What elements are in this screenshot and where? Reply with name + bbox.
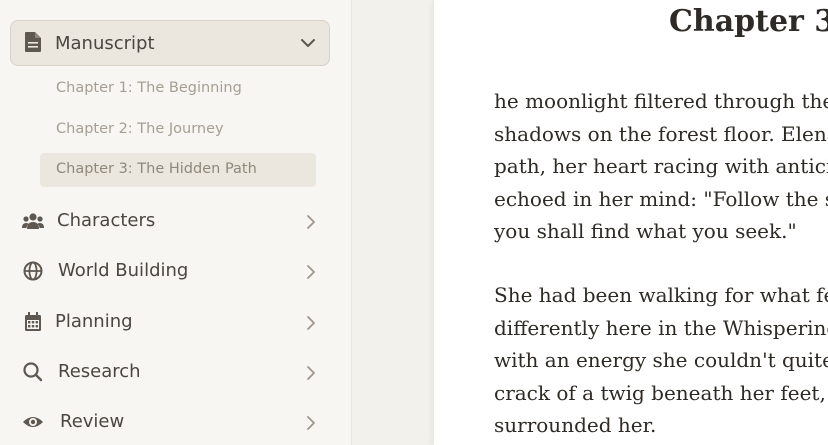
chevron-right-icon [307,215,315,229]
text-line: with an energy she couldn't quite [494,348,828,373]
chapter-item-1[interactable]: Chapter 1: The Beginning [56,80,242,96]
globe-icon [23,261,43,281]
text-line: he moonlight filtered through the [494,89,828,113]
chapter-item-2[interactable]: Chapter 2: The Journey [56,121,224,137]
manuscript-label: Manuscript [55,33,155,54]
sidebar-item-planning[interactable]: Planning [0,302,352,342]
sidebar-item-label: Review [60,411,125,432]
sidebar-item-world-building[interactable]: World Building [0,251,352,291]
sidebar-item-label: Research [58,361,141,382]
chevron-right-icon [307,366,315,380]
chapter-item-3[interactable]: Chapter 3: The Hidden Path [56,161,257,177]
text-line: surrounded her. [494,413,657,438]
chevron-right-icon [307,316,315,330]
editor-gutter [352,0,434,445]
calendar-icon [25,312,41,331]
text-line: differently here in the Whispering [494,315,828,340]
manuscript-page[interactable]: Chapter 3: he moonlight filtered through… [434,0,828,445]
text-line: echoed in her mind: "Follow the s [494,186,828,211]
text-line: She had been walking for what fel [494,283,828,307]
chapter-title: Chapter 3: [669,4,828,39]
text-line: you shall find what you seek." [494,219,797,244]
chevron-right-icon [307,265,315,279]
paragraph-1[interactable]: he moonlight filtered through the shadow… [494,85,828,248]
text-line: path, her heart racing with anticip [494,154,828,179]
users-icon [22,213,44,229]
sidebar-item-label: World Building [58,260,189,281]
text-line: shadows on the forest floor. Elena [494,121,828,146]
search-icon [23,362,43,382]
sidebar-item-label: Planning [55,311,133,332]
sidebar-item-research[interactable]: Research [0,352,352,392]
eye-icon [23,417,43,427]
paragraph-2[interactable]: She had been walking for what fel differ… [494,279,828,442]
sidebar: Manuscript Chapter 1: The Beginning Chap… [0,0,352,445]
manuscript-section-header[interactable]: Manuscript [10,20,330,66]
chevron-right-icon [307,416,315,430]
document-icon [25,32,41,52]
chevron-down-icon[interactable] [301,37,315,49]
text-line: crack of a twig beneath her feet, s [494,380,828,405]
sidebar-item-label: Characters [57,210,156,231]
sidebar-item-review[interactable]: Review [0,402,352,442]
sidebar-item-characters[interactable]: Characters [0,201,352,241]
